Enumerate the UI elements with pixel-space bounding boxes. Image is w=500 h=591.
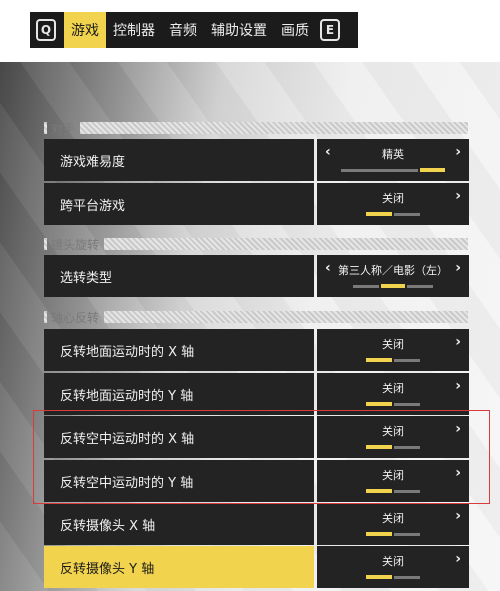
setting-value: 关闭: [382, 338, 404, 351]
section-label: 镜头旋转: [51, 237, 100, 252]
setting-label: 选转类型: [44, 255, 314, 297]
tab-game[interactable]: 游戏: [64, 12, 106, 48]
e-key-icon[interactable]: E: [320, 19, 340, 41]
option-indicator: [341, 168, 446, 172]
setting-value-selector[interactable]: 关闭 ›: [317, 373, 469, 415]
tab-controller[interactable]: 控制器: [106, 12, 162, 48]
setting-label: 游戏难易度: [44, 139, 314, 181]
chevron-right-icon[interactable]: ›: [455, 334, 461, 350]
setting-value-selector[interactable]: 关闭 ›: [317, 329, 469, 371]
tab-graphics[interactable]: 画质: [274, 12, 316, 48]
q-key-icon[interactable]: Q: [36, 19, 56, 41]
setting-row-crossplay[interactable]: 跨平台游戏 关闭 ›: [44, 183, 469, 225]
setting-value-selector[interactable]: ‹ 第三人称／电影（左） ›: [317, 255, 469, 297]
chevron-right-icon[interactable]: ›: [455, 260, 461, 276]
setting-value: 关闭: [382, 382, 404, 395]
section-label: 对手: [51, 121, 76, 136]
section-label: 轴心反转: [51, 310, 100, 325]
setting-value: 关闭: [382, 192, 404, 205]
chevron-right-icon[interactable]: ›: [455, 508, 461, 524]
option-indicator: [341, 575, 445, 579]
tab-accessibility[interactable]: 辅助设置: [204, 12, 274, 48]
setting-label: 反转摄像头 Y 轴: [44, 546, 314, 588]
section-header-camera-rotation: 镜头旋转: [44, 237, 468, 252]
setting-value-selector[interactable]: 关闭 ›: [317, 183, 469, 225]
setting-row-invert-camera-x[interactable]: 反转摄像头 X 轴 关闭 ›: [44, 503, 469, 545]
annotation-highlight-box: [33, 410, 490, 504]
option-indicator: [341, 402, 445, 406]
section-header-opponent: 对手: [44, 121, 468, 136]
setting-row-invert-ground-x[interactable]: 反转地面运动时的 X 轴 关闭 ›: [44, 329, 469, 371]
tab-audio[interactable]: 音频: [162, 12, 204, 48]
setting-row-invert-ground-y[interactable]: 反转地面运动时的 Y 轴 关闭 ›: [44, 373, 469, 415]
setting-row-difficulty[interactable]: 游戏难易度 ‹ 精英 ›: [44, 139, 469, 181]
setting-label: 反转地面运动时的 Y 轴: [44, 373, 314, 415]
option-indicator: [341, 358, 445, 362]
setting-value: 精英: [382, 148, 404, 161]
setting-value: 第三人称／电影（左）: [338, 264, 448, 277]
setting-value: 关闭: [382, 555, 404, 568]
chevron-right-icon[interactable]: ›: [455, 144, 461, 160]
chevron-right-icon[interactable]: ›: [455, 378, 461, 394]
chevron-right-icon[interactable]: ›: [455, 188, 461, 204]
option-indicator: [341, 212, 445, 216]
setting-value-selector[interactable]: ‹ 精英 ›: [317, 139, 469, 181]
setting-label: 反转地面运动时的 X 轴: [44, 329, 314, 371]
setting-row-invert-camera-y[interactable]: 反转摄像头 Y 轴 关闭 ›: [44, 546, 469, 588]
option-indicator: [341, 284, 445, 288]
option-indicator: [341, 532, 445, 536]
setting-value: 关闭: [382, 512, 404, 525]
setting-value-selector[interactable]: 关闭 ›: [317, 503, 469, 545]
setting-row-rotation-type[interactable]: 选转类型 ‹ 第三人称／电影（左） ›: [44, 255, 469, 297]
settings-tab-bar: Q 游戏 控制器 音频 辅助设置 画质 E: [30, 12, 358, 48]
setting-label: 跨平台游戏: [44, 183, 314, 225]
setting-label: 反转摄像头 X 轴: [44, 503, 314, 545]
chevron-right-icon[interactable]: ›: [455, 551, 461, 567]
setting-value-selector[interactable]: 关闭 ›: [317, 546, 469, 588]
section-header-axis-invert: 轴心反转: [44, 310, 468, 325]
